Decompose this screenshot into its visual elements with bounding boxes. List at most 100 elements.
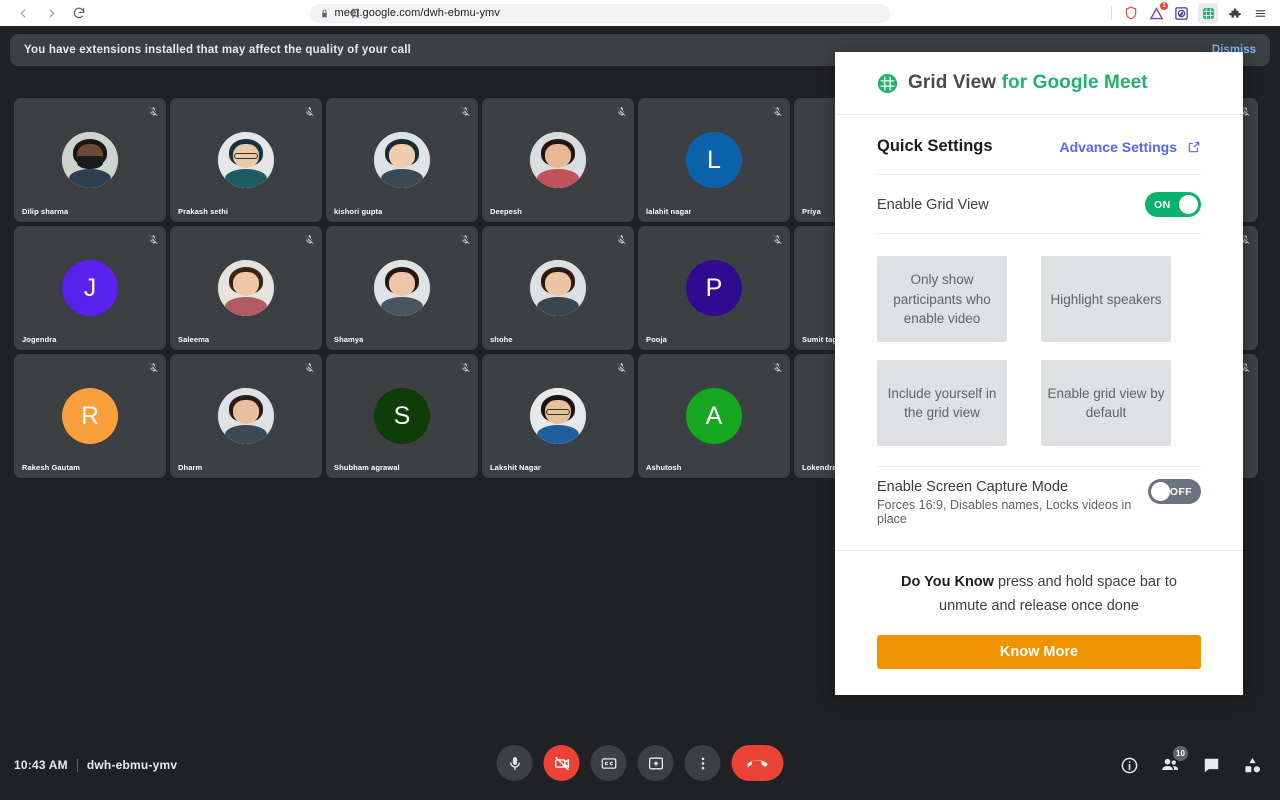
screen-capture-text: Enable Screen Capture Mode Forces 16:9, … — [877, 479, 1148, 526]
mic-off-icon — [616, 104, 627, 117]
microphone-button[interactable] — [496, 745, 533, 781]
participant-tile[interactable]: kishori gupta — [326, 98, 478, 222]
back-arrow-icon[interactable] — [14, 4, 32, 22]
popup-title-accent: for Google Meet — [1001, 72, 1148, 94]
participant-tile[interactable]: Saleema — [170, 226, 322, 350]
mic-off-icon — [616, 232, 627, 245]
screen-capture-description: Forces 16:9, Disables names, Locks video… — [877, 498, 1132, 527]
mic-off-icon — [460, 232, 471, 245]
participant-tile[interactable]: Dharm — [170, 354, 322, 478]
meet-bottom-bar: 10:43 AM dwh-ebmu-ymv 10 — [0, 730, 1280, 800]
meeting-info: 10:43 AM dwh-ebmu-ymv — [14, 758, 177, 772]
toggle-state-label: ON — [1154, 198, 1171, 211]
toggle-knob — [1179, 195, 1198, 215]
compass-extension-icon[interactable] — [1173, 5, 1189, 21]
chat-button[interactable] — [1197, 751, 1225, 779]
participant-name: Pooja — [646, 335, 667, 344]
captions-button[interactable] — [590, 745, 627, 781]
meeting-code: dwh-ebmu-ymv — [86, 758, 178, 772]
mic-off-icon — [148, 104, 159, 117]
participant-initial-avatar: P — [686, 260, 742, 316]
participant-name: Lakshit Nagar — [490, 463, 541, 472]
screen-capture-label: Enable Screen Capture Mode — [877, 479, 1069, 496]
advance-settings-label: Advance Settings — [1059, 138, 1177, 155]
popup-title: Grid View for Google Meet — [908, 72, 1148, 94]
present-button[interactable] — [637, 745, 674, 781]
extension-badge: 1 — [1160, 2, 1168, 10]
mic-off-icon — [304, 360, 315, 373]
participant-tile[interactable]: A Ashutosh — [638, 354, 790, 478]
did-you-know-text: Do You Know press and hold space bar to … — [877, 571, 1201, 619]
browser-chrome: meet.google.com/dwh-ebmu-ymv 1 — [0, 0, 1280, 26]
participant-initial-avatar: L — [686, 132, 742, 188]
participant-tile[interactable]: J Jogendra — [14, 226, 166, 350]
participant-tile[interactable]: Deepesh — [482, 98, 634, 222]
know-more-button[interactable]: Know More — [877, 635, 1201, 669]
participant-photo-avatar — [62, 132, 118, 188]
shield-extension-icon[interactable] — [1123, 5, 1139, 21]
participant-tile[interactable]: Dilip sharma — [14, 98, 166, 222]
participant-name: Dilip sharma — [22, 207, 69, 216]
warning-extension-icon[interactable]: 1 — [1148, 2, 1168, 21]
participant-initial-avatar: J — [62, 260, 118, 316]
mic-off-icon — [772, 104, 783, 117]
info-divider — [76, 758, 78, 772]
mic-off-icon — [460, 360, 471, 373]
puzzle-extensions-icon[interactable] — [1227, 5, 1243, 21]
participant-tile[interactable]: S Shubham agrawal — [326, 354, 478, 478]
participant-name: Deepesh — [490, 207, 522, 216]
participant-tile[interactable]: Prakash sethi — [170, 98, 322, 222]
grid-view-extension-icon[interactable] — [1198, 3, 1218, 23]
call-controls — [496, 745, 784, 781]
end-call-button[interactable] — [731, 745, 784, 781]
chrome-menu-icon[interactable] — [1252, 5, 1268, 21]
bookmark-icon[interactable] — [350, 8, 361, 19]
participant-photo-avatar — [530, 388, 586, 444]
toggle-knob — [1150, 482, 1170, 502]
meeting-details-button[interactable] — [1115, 751, 1143, 779]
participant-name: lalahit nagar — [646, 207, 692, 216]
mic-off-icon — [148, 232, 159, 245]
screen-capture-toggle[interactable]: OFF — [1147, 479, 1201, 505]
option-highlight-speakers[interactable]: Highlight speakers — [1041, 256, 1171, 343]
participant-name: Ashutosh — [646, 463, 682, 472]
participant-initial-avatar: A — [686, 388, 742, 444]
lock-icon — [320, 9, 329, 18]
participant-photo-avatar — [374, 260, 430, 316]
participant-photo-avatar — [374, 132, 430, 188]
enable-grid-view-row: Enable Grid View ON — [877, 175, 1201, 233]
option-enable-grid-by-default[interactable]: Enable grid view by default — [1041, 360, 1171, 447]
participant-photo-avatar — [530, 260, 586, 316]
address-bar[interactable]: meet.google.com/dwh-ebmu-ymv — [309, 3, 890, 23]
more-options-button[interactable] — [684, 745, 721, 781]
advance-settings-link[interactable]: Advance Settings — [1060, 139, 1201, 155]
participants-button[interactable]: 10 — [1156, 746, 1188, 779]
participant-tile[interactable]: Lakshit Nagar — [482, 354, 634, 478]
popup-footer: Do You Know press and hold space bar to … — [835, 550, 1243, 695]
participant-photo-avatar — [218, 388, 274, 444]
toolbar-divider — [1111, 6, 1112, 20]
popup-body: Quick Settings Advance Settings Enable G… — [835, 115, 1243, 544]
forward-arrow-icon[interactable] — [42, 4, 60, 22]
participant-tile[interactable]: R Rakesh Gautam — [14, 354, 166, 478]
participant-name: Shamya — [334, 335, 364, 344]
current-time: 10:43 AM — [14, 758, 68, 772]
enable-grid-view-toggle[interactable]: ON — [1145, 192, 1201, 218]
browser-toolbar-icons: 1 — [1111, 2, 1272, 23]
participant-tile[interactable]: shohe — [482, 226, 634, 350]
participant-name: Jogendra — [22, 335, 57, 344]
camera-button[interactable] — [543, 745, 580, 781]
google-meet-page: You have extensions installed that may a… — [0, 26, 1280, 800]
participant-tile[interactable]: Llalahit nagar — [638, 98, 790, 222]
option-only-show-video-participants[interactable]: Only show participants who enable video — [877, 256, 1007, 343]
reload-icon[interactable] — [70, 4, 88, 22]
participant-tile[interactable]: Shamya — [326, 226, 478, 350]
mic-off-icon — [616, 360, 627, 373]
participant-tile[interactable]: P Pooja — [638, 226, 790, 350]
activities-button[interactable] — [1238, 751, 1266, 779]
popup-title-main: Grid View — [908, 72, 997, 94]
enable-grid-view-label: Enable Grid View — [877, 196, 989, 213]
participant-photo-avatar — [218, 132, 274, 188]
quick-settings-row: Quick Settings Advance Settings — [877, 115, 1201, 174]
option-include-yourself[interactable]: Include yourself in the grid view — [877, 360, 1007, 447]
